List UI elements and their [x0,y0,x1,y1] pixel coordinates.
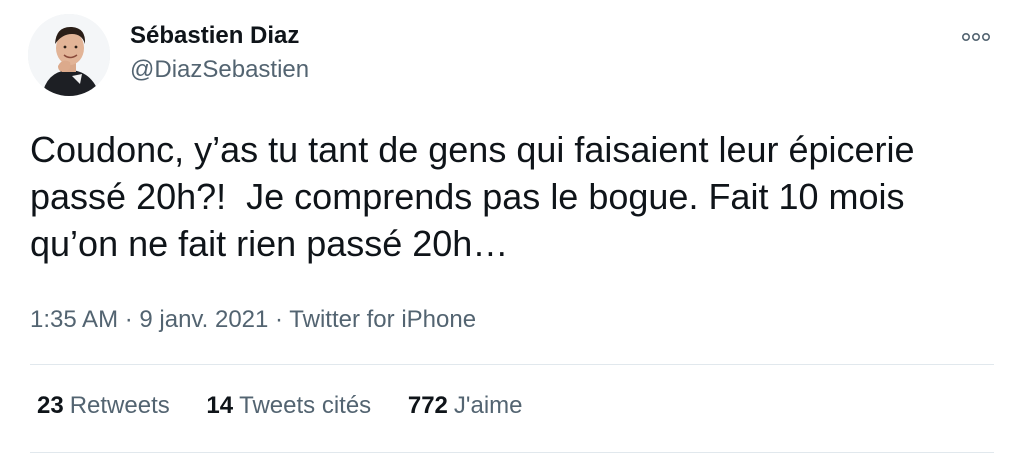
retweets-label: Retweets [69,392,170,419]
quote-tweets-label: Tweets cités [239,392,372,419]
likes-count: 772 [407,392,448,419]
tweet-text-line: passé 20h?! Je comprends pas le bogue. F… [30,176,905,217]
quote-tweets-count: 14 [206,392,234,419]
tweet-text-line: Coudonc, y’as tu tant de gens qui faisai… [30,129,915,170]
quote-tweets-stat[interactable]: 14 Tweets cités [206,392,371,420]
more-options-icon[interactable] [960,27,992,47]
avatar[interactable] [28,14,110,96]
tweet-text: Coudonc, y’as tu tant de gens qui faisai… [30,126,990,267]
meta-separator: · [268,306,290,333]
avatar-photo [28,14,110,96]
divider [30,364,994,365]
meta-separator: · [118,306,140,333]
tweet-time[interactable]: 1:35 AM [30,306,118,333]
likes-stat[interactable]: 772 J'aime [408,392,523,420]
tweet-stats: 23 Retweets 14 Tweets cités 772 J'aime [37,392,553,420]
tweet-meta: 1:35 AM · 9 janv. 2021 · Twitter for iPh… [30,306,476,334]
tweet-text-line: qu’on ne fait rien passé 20h… [30,223,509,264]
likes-label: J'aime [453,392,523,419]
retweets-stat[interactable]: 23 Retweets [37,392,170,420]
author-name[interactable]: Sébastien Diaz [130,22,299,50]
tweet-date[interactable]: 9 janv. 2021 [139,306,268,333]
retweets-count: 23 [37,392,64,419]
author-handle[interactable]: @DiazSebastien [130,56,309,84]
tweet-source-link[interactable]: Twitter for iPhone [289,306,476,333]
divider [30,452,994,453]
